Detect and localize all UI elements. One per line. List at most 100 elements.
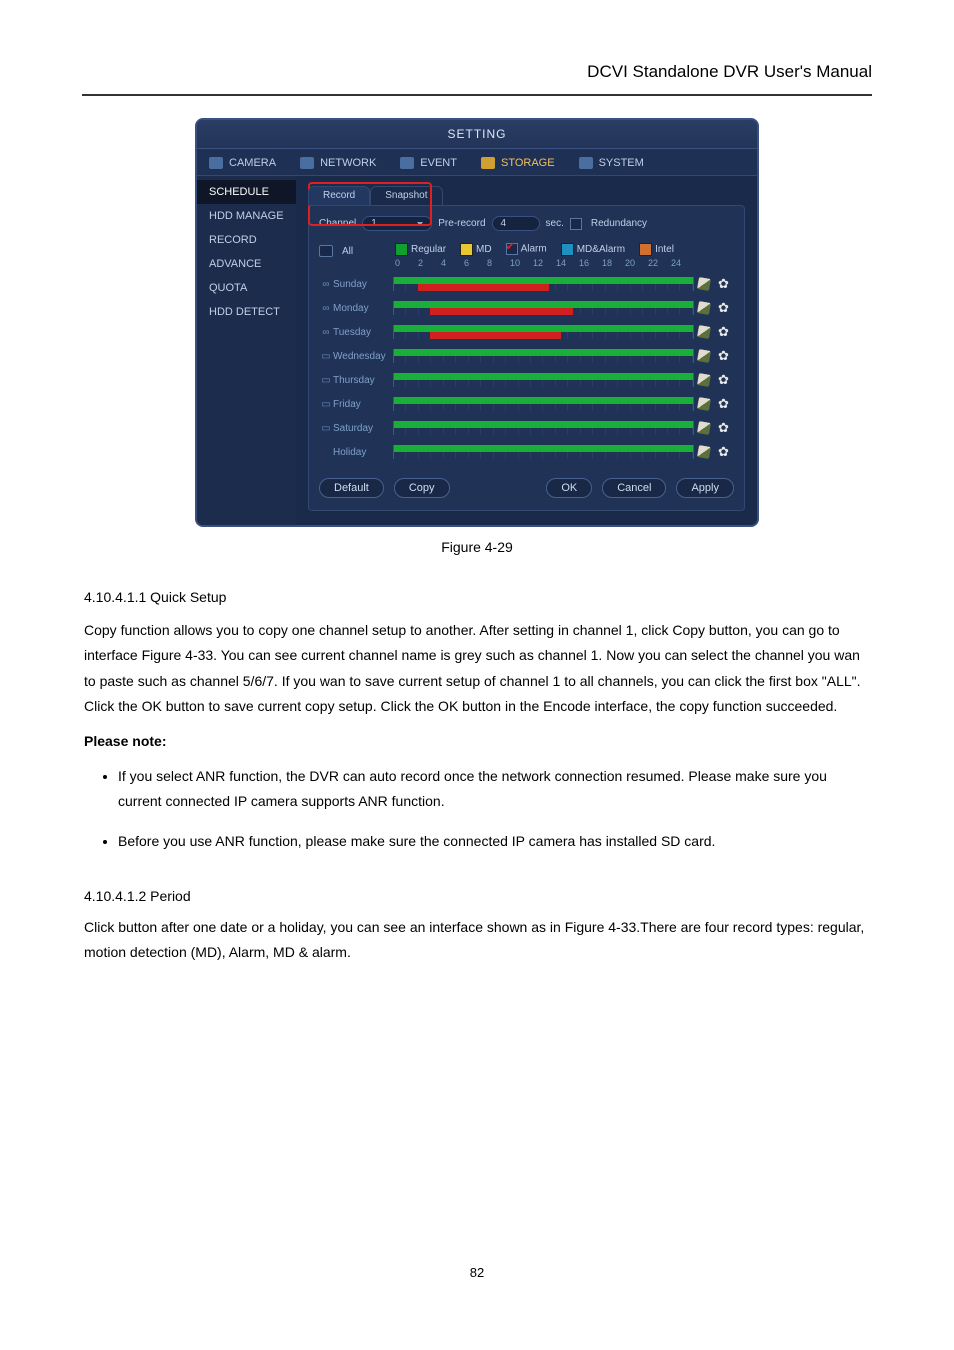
legend-alarm: Alarm bbox=[506, 243, 547, 256]
day-row: ▭Saturday ✿ bbox=[319, 416, 734, 440]
legend-md: MD bbox=[460, 243, 492, 256]
legend-regular: Regular bbox=[395, 243, 446, 256]
day-lock-icon[interactable]: ▭ bbox=[319, 351, 333, 362]
day-label: Sunday bbox=[333, 279, 393, 290]
sidebar-item-quota[interactable]: QUOTA bbox=[197, 276, 296, 300]
main-panel: Record Snapshot Channel 1 Pre-record 4 s… bbox=[296, 176, 757, 525]
sec-label: sec. bbox=[546, 218, 564, 229]
storage-icon bbox=[481, 157, 495, 169]
quick-setup-heading: 4.10.4.1.1 Quick Setup bbox=[84, 585, 870, 610]
day-row: Holiday ✿ bbox=[319, 440, 734, 464]
day-lock-icon[interactable]: ∞ bbox=[319, 303, 333, 314]
top-tab-bar: CAMERA NETWORK EVENT STORAGE SYSTEM bbox=[197, 149, 757, 176]
schedule-bar[interactable] bbox=[393, 421, 694, 435]
eraser-icon[interactable] bbox=[697, 397, 711, 411]
legend-mdalarm: MD&Alarm bbox=[561, 243, 625, 256]
figure-caption: Figure 4-29 bbox=[0, 539, 954, 555]
schedule-bar[interactable] bbox=[393, 373, 694, 387]
network-icon bbox=[300, 157, 314, 169]
eraser-icon[interactable] bbox=[697, 301, 711, 315]
gear-icon[interactable]: ✿ bbox=[718, 278, 730, 290]
day-lock-icon[interactable]: ▭ bbox=[319, 399, 333, 410]
eraser-icon[interactable] bbox=[697, 421, 711, 435]
prerecord-label: Pre-record bbox=[438, 218, 485, 229]
schedule-bar[interactable] bbox=[393, 445, 694, 459]
page-number: 82 bbox=[0, 1265, 954, 1280]
day-lock-icon[interactable]: ▭ bbox=[319, 423, 333, 434]
tab-system[interactable]: SYSTEM bbox=[579, 157, 644, 169]
camera-icon bbox=[209, 157, 223, 169]
tab-camera[interactable]: CAMERA bbox=[209, 157, 276, 169]
copy-button[interactable]: Copy bbox=[394, 478, 450, 498]
tab-event[interactable]: EVENT bbox=[400, 157, 457, 169]
schedule-bar[interactable] bbox=[393, 277, 694, 291]
eraser-icon[interactable] bbox=[697, 349, 711, 363]
eraser-icon[interactable] bbox=[697, 277, 711, 291]
gear-icon[interactable]: ✿ bbox=[718, 422, 730, 434]
day-row: ▭Friday ✿ bbox=[319, 392, 734, 416]
day-lock-icon[interactable]: ∞ bbox=[319, 279, 333, 290]
tab-storage[interactable]: STORAGE bbox=[481, 157, 555, 169]
gear-icon[interactable]: ✿ bbox=[718, 302, 730, 314]
gear-icon[interactable]: ✿ bbox=[718, 350, 730, 362]
eraser-icon[interactable] bbox=[697, 445, 711, 459]
tab-network[interactable]: NETWORK bbox=[300, 157, 376, 169]
prerecord-value: 4 bbox=[501, 218, 507, 229]
all-icon[interactable] bbox=[319, 245, 333, 257]
subtab-record[interactable]: Record bbox=[308, 186, 370, 206]
time-axis: 024681012141618202224 bbox=[395, 258, 694, 268]
day-label: Thursday bbox=[333, 375, 393, 386]
tab-network-label: NETWORK bbox=[320, 157, 376, 169]
alarm-checkbox[interactable] bbox=[506, 243, 518, 255]
gear-icon[interactable]: ✿ bbox=[718, 398, 730, 410]
redundancy-checkbox[interactable] bbox=[570, 218, 582, 230]
day-row: ∞Monday ✿ bbox=[319, 296, 734, 320]
day-lock-icon[interactable]: ▭ bbox=[319, 375, 333, 386]
manual-header: DCVI Standalone DVR User's Manual bbox=[0, 0, 954, 94]
day-row: ▭Wednesday ✿ bbox=[319, 344, 734, 368]
day-label: Saturday bbox=[333, 423, 393, 434]
tab-camera-label: CAMERA bbox=[229, 157, 276, 169]
header-rule bbox=[82, 94, 872, 96]
all-label: All bbox=[342, 246, 353, 257]
day-label: Monday bbox=[333, 303, 393, 314]
tab-storage-label: STORAGE bbox=[501, 157, 555, 169]
day-label: Holiday bbox=[333, 447, 393, 458]
default-button[interactable]: Default bbox=[319, 478, 384, 498]
schedule-bar[interactable] bbox=[393, 301, 694, 315]
window-title: SETTING bbox=[197, 120, 757, 149]
gear-icon[interactable]: ✿ bbox=[718, 446, 730, 458]
day-label: Friday bbox=[333, 399, 393, 410]
quick-setup-text: Copy function allows you to copy one cha… bbox=[84, 618, 870, 719]
gear-icon[interactable]: ✿ bbox=[718, 374, 730, 386]
sidebar-item-record[interactable]: RECORD bbox=[197, 228, 296, 252]
system-icon bbox=[579, 157, 593, 169]
gear-icon[interactable]: ✿ bbox=[718, 326, 730, 338]
note-label: Please note: bbox=[84, 733, 166, 749]
sidebar: SCHEDULE HDD MANAGE RECORD ADVANCE QUOTA… bbox=[197, 176, 296, 525]
day-label: Tuesday bbox=[333, 327, 393, 338]
schedule-bar[interactable] bbox=[393, 325, 694, 339]
tab-system-label: SYSTEM bbox=[599, 157, 644, 169]
ok-button[interactable]: OK bbox=[546, 478, 592, 498]
bullet-2: Before you use ANR function, please make… bbox=[118, 829, 870, 854]
day-lock-icon[interactable]: ∞ bbox=[319, 327, 333, 338]
event-icon bbox=[400, 157, 414, 169]
sidebar-item-hddmanage[interactable]: HDD MANAGE bbox=[197, 204, 296, 228]
day-row: ∞Sunday ✿ bbox=[319, 272, 734, 296]
eraser-icon[interactable] bbox=[697, 373, 711, 387]
day-label: Wednesday bbox=[333, 351, 393, 362]
prerecord-input[interactable]: 4 bbox=[492, 216, 540, 231]
bullet-1: If you select ANR function, the DVR can … bbox=[118, 764, 870, 814]
sidebar-item-advance[interactable]: ADVANCE bbox=[197, 252, 296, 276]
period-text: Click button after one date or a holiday… bbox=[84, 915, 870, 965]
apply-button[interactable]: Apply bbox=[676, 478, 734, 498]
sidebar-item-hdddetect[interactable]: HDD DETECT bbox=[197, 300, 296, 324]
schedule-bar[interactable] bbox=[393, 397, 694, 411]
eraser-icon[interactable] bbox=[697, 325, 711, 339]
day-row: ∞Tuesday ✿ bbox=[319, 320, 734, 344]
cancel-button[interactable]: Cancel bbox=[602, 478, 666, 498]
schedule-bar[interactable] bbox=[393, 349, 694, 363]
redundancy-label: Redundancy bbox=[591, 218, 647, 229]
sidebar-item-schedule[interactable]: SCHEDULE bbox=[197, 180, 296, 204]
